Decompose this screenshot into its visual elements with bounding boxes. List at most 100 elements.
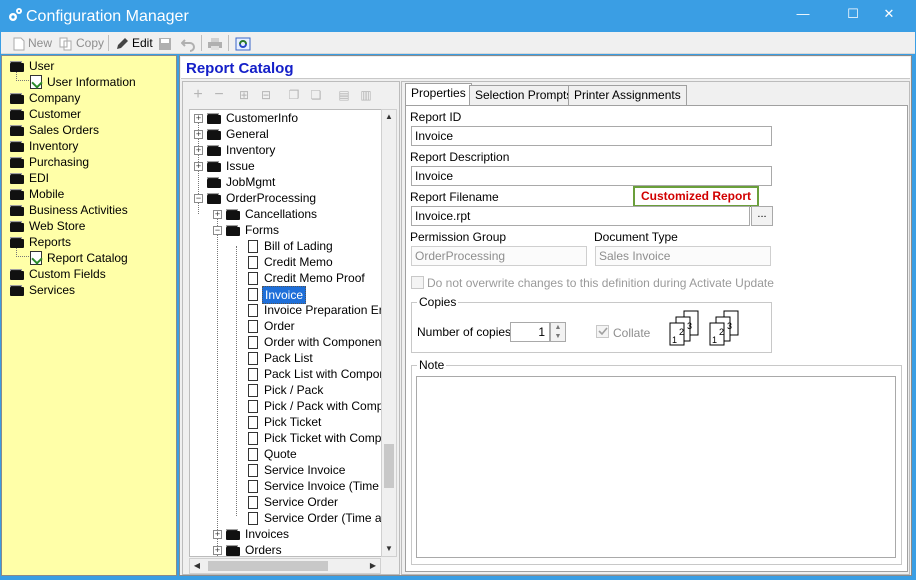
spin-down-icon[interactable]: ▼	[551, 332, 565, 341]
sidebar-item-label: Custom Fields	[29, 267, 106, 281]
tree-item-general[interactable]: + General	[190, 126, 384, 142]
tree-item-report[interactable]: Credit Memo Proof	[190, 270, 384, 286]
checkmark-icon	[598, 327, 608, 336]
tree-item-report[interactable]: Pick Ticket	[190, 414, 384, 430]
close-button[interactable]: ✕	[872, 0, 906, 28]
sidebar-item-label: Web Store	[29, 219, 86, 233]
main-panel: Report Catalog + − ⊞ ⊟ ❐ ❏ ▤ ▥ + Custome…	[179, 55, 912, 576]
tree-item-customerinfo[interactable]: + CustomerInfo	[190, 110, 384, 126]
tree-item-report[interactable]: Order	[190, 318, 384, 334]
tree-item-issue[interactable]: + Issue	[190, 158, 384, 174]
browse-button[interactable]: ...	[751, 206, 773, 226]
tree-item-report[interactable]: Invoice Preparation Erro	[190, 302, 384, 318]
sidebar-item-label: Reports	[29, 235, 72, 249]
permission-group-field[interactable]: OrderProcessing	[411, 246, 587, 266]
add-report-icon[interactable]: ⊞	[236, 87, 252, 103]
tree-item-report[interactable]: Service Order (Time and	[190, 510, 384, 526]
copy-button[interactable]: Copy	[59, 34, 104, 52]
tree-item-report[interactable]: Quote	[190, 446, 384, 462]
expand-icon[interactable]: +	[213, 530, 222, 539]
svg-text:1: 1	[712, 335, 717, 345]
tree-item-inventory[interactable]: + Inventory	[190, 142, 384, 158]
undo-icon[interactable]	[181, 35, 195, 53]
svg-text:3: 3	[727, 321, 732, 331]
export-icon[interactable]: ▥	[358, 87, 374, 103]
tree-item-label: Quote	[264, 447, 297, 461]
tree-item-report-selected[interactable]: Invoice	[190, 286, 384, 304]
report-page-icon	[248, 240, 258, 253]
tree-item-report[interactable]: Pack List with Componer	[190, 366, 384, 382]
scroll-up-icon[interactable]: ▲	[382, 110, 396, 124]
scroll-thumb[interactable]	[208, 561, 328, 571]
spin-up-icon[interactable]: ▲	[551, 323, 565, 332]
tree-horizontal-scrollbar[interactable]: ◀ ▶	[189, 558, 381, 574]
report-page-icon	[248, 368, 258, 381]
collate-checkbox[interactable]	[596, 325, 609, 338]
print-icon[interactable]	[207, 35, 223, 53]
import-icon[interactable]: ▤	[336, 87, 352, 103]
tree-item-cancellations[interactable]: + Cancellations	[190, 206, 384, 222]
tree-item-report[interactable]: Service Order	[190, 494, 384, 510]
expand-icon[interactable]: +	[213, 210, 222, 219]
folder-icon	[226, 545, 240, 556]
no-overwrite-checkbox[interactable]	[411, 276, 424, 289]
tree-item-report[interactable]: Pick / Pack with Compon	[190, 398, 384, 414]
report-id-label: Report ID	[410, 110, 462, 124]
scroll-right-icon[interactable]: ▶	[366, 559, 380, 573]
tree-item-orders[interactable]: + Orders	[190, 542, 384, 556]
sidebar-item-label: Mobile	[29, 187, 65, 201]
scroll-left-icon[interactable]: ◀	[190, 559, 204, 573]
tree-item-orderprocessing[interactable]: − OrderProcessing	[190, 190, 384, 206]
save-icon[interactable]	[158, 35, 172, 53]
copies-spinner[interactable]: ▲ ▼	[550, 322, 566, 342]
note-textarea[interactable]	[416, 376, 896, 558]
tree-item-report[interactable]: Credit Memo	[190, 254, 384, 270]
tree-item-report[interactable]: Service Invoice (Time ar	[190, 478, 384, 494]
tree-item-report[interactable]: Pick / Pack	[190, 382, 384, 398]
remove-icon[interactable]: −	[211, 87, 227, 103]
maximize-button[interactable]: ☐	[836, 0, 870, 28]
tab-properties[interactable]: Properties	[405, 83, 472, 105]
expand-icon[interactable]: +	[194, 146, 203, 155]
scroll-down-icon[interactable]: ▼	[382, 542, 396, 556]
add-icon[interactable]: +	[190, 87, 206, 103]
tree-item-report[interactable]: Bill of Lading	[190, 238, 384, 254]
minimize-button[interactable]: —	[786, 0, 820, 28]
collapse-icon[interactable]: −	[194, 194, 203, 203]
expand-icon[interactable]: +	[194, 130, 203, 139]
tree-item-report[interactable]: Service Invoice	[190, 462, 384, 478]
number-of-copies-input[interactable]: 1	[510, 322, 550, 342]
expand-icon[interactable]: +	[194, 162, 203, 171]
copy-report-icon[interactable]: ❐	[286, 87, 302, 103]
toolbar-separator	[228, 35, 229, 51]
note-group-title: Note	[417, 358, 447, 372]
document-check-icon	[30, 251, 42, 265]
report-page-icon	[248, 272, 258, 285]
new-button[interactable]: New	[13, 34, 52, 52]
paste-report-icon[interactable]: ❏	[308, 87, 324, 103]
tree-item-report[interactable]: Order with Components	[190, 334, 384, 350]
report-id-field[interactable]: Invoice	[411, 126, 772, 146]
tree-item-report[interactable]: Pick Ticket with Compon	[190, 430, 384, 446]
properties-panel: Properties Selection Prompts Printer Ass…	[401, 81, 910, 575]
remove-report-icon[interactable]: ⊟	[258, 87, 274, 103]
tab-printer-assignments[interactable]: Printer Assignments	[568, 85, 687, 105]
tree-item-jobmgmt[interactable]: JobMgmt	[190, 174, 384, 190]
expand-icon[interactable]: +	[194, 114, 203, 123]
report-description-field[interactable]: Invoice	[411, 166, 772, 186]
refresh-icon[interactable]	[235, 35, 251, 53]
scroll-thumb[interactable]	[384, 444, 394, 488]
folder-open-icon	[10, 237, 24, 248]
tree-item-report[interactable]: Pack List	[190, 350, 384, 366]
expand-icon[interactable]: +	[213, 546, 222, 555]
tree-item-invoices[interactable]: + Invoices	[190, 526, 384, 542]
collapse-icon[interactable]: −	[213, 226, 222, 235]
tree-vertical-scrollbar[interactable]: ▲ ▼	[381, 109, 397, 557]
folder-icon	[226, 529, 240, 540]
tree-item-forms[interactable]: − Forms	[190, 222, 384, 238]
report-filename-field[interactable]: Invoice.rpt	[411, 206, 750, 226]
folder-icon	[10, 109, 24, 120]
tab-selection-prompts[interactable]: Selection Prompts	[469, 85, 579, 105]
edit-button[interactable]: Edit	[115, 34, 153, 52]
document-type-field[interactable]: Sales Invoice	[595, 246, 771, 266]
